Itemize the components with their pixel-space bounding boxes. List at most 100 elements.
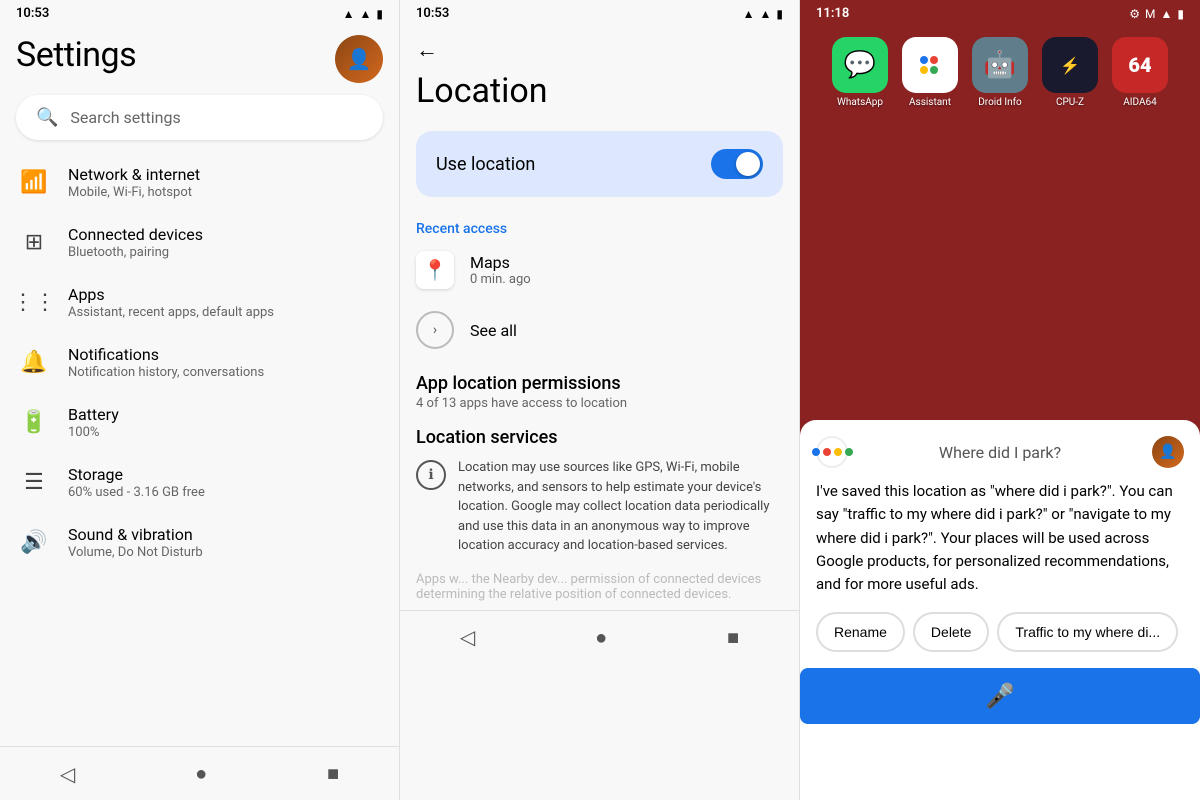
app-permissions-subtitle: 4 of 13 apps have access to location: [400, 396, 799, 419]
location-toggle[interactable]: [711, 149, 763, 179]
chat-message: I've saved this location as "where did i…: [816, 480, 1184, 596]
maps-access-item: 📍 Maps 0 min. ago: [400, 241, 799, 299]
mail-icon: M: [1145, 7, 1155, 21]
recent-access-label: Recent access: [400, 213, 799, 241]
status-time-1: 10:53: [16, 6, 49, 21]
wifi-icon: ▲: [343, 7, 355, 21]
mic-bar[interactable]: 🎤: [800, 668, 1200, 724]
whatsapp-app[interactable]: 💬 WhatsApp: [832, 37, 888, 108]
see-all-text: See all: [470, 321, 517, 340]
status-icons-2: ▲ ▲ ▮: [743, 7, 783, 21]
apps-title: Apps: [68, 285, 383, 304]
whatsapp-icon: 💬: [832, 37, 888, 93]
settings-item-network[interactable]: 📶 Network & internet Mobile, Wi-Fi, hots…: [0, 152, 399, 212]
back-button-2[interactable]: ◁: [440, 621, 495, 653]
recents-button-2[interactable]: ■: [707, 621, 759, 654]
use-location-card[interactable]: Use location: [416, 131, 783, 197]
aida-icon: 64: [1112, 37, 1168, 93]
nav-bar-2: ◁ ● ■: [400, 610, 799, 664]
chat-header: Where did I park? 👤: [816, 436, 1184, 468]
home-button-1[interactable]: ●: [175, 757, 227, 790]
battery-icon-2: ▮: [776, 7, 783, 21]
apps-row: 💬 WhatsApp Assistant 🤖 Droid Info ⚡ CPU-…: [800, 27, 1200, 112]
back-button-1[interactable]: ◁: [40, 758, 95, 790]
aida-label: AIDA64: [1123, 97, 1156, 108]
signal-icon-2: ▲: [760, 7, 772, 21]
location-services-description: Location may use sources like GPS, Wi-Fi…: [458, 458, 783, 556]
settings-item-storage[interactable]: ☰ Storage 60% used - 3.16 GB free: [0, 452, 399, 512]
connected-icon: ⊞: [16, 224, 52, 260]
connected-subtitle: Bluetooth, pairing: [68, 245, 383, 260]
toggle-knob: [736, 152, 760, 176]
recents-button-1[interactable]: ■: [307, 757, 359, 790]
settings-item-battery[interactable]: 🔋 Battery 100%: [0, 392, 399, 452]
status-icons-3: ⚙ M ▲ ▮: [1129, 7, 1184, 21]
settings-list: 📶 Network & internet Mobile, Wi-Fi, hots…: [0, 152, 399, 746]
dot-red: [823, 448, 831, 456]
apps-icon: ⋮⋮: [16, 284, 52, 320]
search-icon: 🔍: [36, 107, 58, 128]
network-subtitle: Mobile, Wi-Fi, hotspot: [68, 185, 383, 200]
connected-title: Connected devices: [68, 225, 383, 244]
sound-icon: 🔊: [16, 524, 52, 560]
cpuz-label: CPU-Z: [1056, 97, 1084, 108]
back-arrow[interactable]: ←: [416, 37, 438, 63]
location-services-section: Location services ℹ Location may use sou…: [400, 419, 799, 564]
delete-button[interactable]: Delete: [913, 612, 989, 652]
droid-icon: 🤖: [972, 37, 1028, 93]
storage-subtitle: 60% used - 3.16 GB free: [68, 485, 383, 500]
assistant-icon: [902, 37, 958, 93]
assistant-logo: [816, 436, 848, 468]
app-permissions-title: App location permissions: [400, 361, 799, 396]
rename-button[interactable]: Rename: [816, 612, 905, 652]
network-icon: 📶: [16, 164, 52, 200]
info-box: ℹ Location may use sources like GPS, Wi-…: [416, 458, 783, 556]
status-icons-1: ▲ ▲ ▮: [343, 7, 383, 21]
status-bar-2: 10:53 ▲ ▲ ▮: [400, 0, 799, 27]
maps-icon: 📍: [416, 251, 454, 289]
sound-subtitle: Volume, Do Not Disturb: [68, 545, 383, 560]
status-time-3: 11:18: [816, 6, 849, 21]
cpuz-icon: ⚡: [1042, 37, 1098, 93]
cpuz-app[interactable]: ⚡ CPU-Z: [1042, 37, 1098, 108]
dot-yellow: [834, 448, 842, 456]
settings-item-apps[interactable]: ⋮⋮ Apps Assistant, recent apps, default …: [0, 272, 399, 332]
settings-item-sound[interactable]: 🔊 Sound & vibration Volume, Do Not Distu…: [0, 512, 399, 572]
storage-icon: ☰: [16, 464, 52, 500]
status-time-2: 10:53: [416, 6, 449, 21]
nav-bar-1: ◁ ● ■: [0, 746, 399, 800]
see-all-item[interactable]: › See all: [400, 299, 799, 361]
battery-subtitle: 100%: [68, 425, 383, 440]
whatsapp-label: WhatsApp: [837, 97, 883, 108]
assistant-app[interactable]: Assistant: [902, 37, 958, 108]
avatar[interactable]: 👤: [335, 35, 383, 83]
status-bar-3: 11:18 ⚙ M ▲ ▮: [800, 0, 1200, 27]
assistant-label: Assistant: [909, 97, 951, 108]
traffic-button[interactable]: Traffic to my where di...: [997, 612, 1178, 652]
settings-item-notifications[interactable]: 🔔 Notifications Notification history, co…: [0, 332, 399, 392]
droid-app[interactable]: 🤖 Droid Info: [972, 37, 1028, 108]
droid-label: Droid Info: [978, 97, 1022, 108]
signal-icon: ▲: [360, 7, 372, 21]
home-button-2[interactable]: ●: [575, 621, 627, 654]
settings-item-connected[interactable]: ⊞ Connected devices Bluetooth, pairing: [0, 212, 399, 272]
location-header: ←: [400, 27, 799, 67]
dot-blue: [812, 448, 820, 456]
maps-app-title: Maps: [470, 253, 531, 272]
chat-user-avatar: 👤: [1152, 436, 1184, 468]
aida-app[interactable]: 64 AIDA64: [1112, 37, 1168, 108]
settings-header: Settings 👤: [0, 27, 399, 91]
battery-icon: 🔋: [16, 404, 52, 440]
settings-icon-3: ⚙: [1129, 7, 1140, 21]
action-buttons: Rename Delete Traffic to my where di...: [816, 612, 1184, 652]
notifications-title: Notifications: [68, 345, 383, 364]
toggle-label: Use location: [436, 154, 535, 175]
notifications-subtitle: Notification history, conversations: [68, 365, 383, 380]
status-bar-1: 10:53 ▲ ▲ ▮: [0, 0, 399, 27]
search-bar[interactable]: 🔍 Search settings: [16, 95, 383, 140]
chat-query: Where did I park?: [848, 443, 1152, 462]
battery-icon-1: ▮: [376, 7, 383, 21]
settings-panel: 10:53 ▲ ▲ ▮ Settings 👤 🔍 Search settings…: [0, 0, 400, 800]
location-panel: 10:53 ▲ ▲ ▮ ← Location Use location Rece…: [400, 0, 800, 800]
search-placeholder: Search settings: [70, 108, 180, 127]
